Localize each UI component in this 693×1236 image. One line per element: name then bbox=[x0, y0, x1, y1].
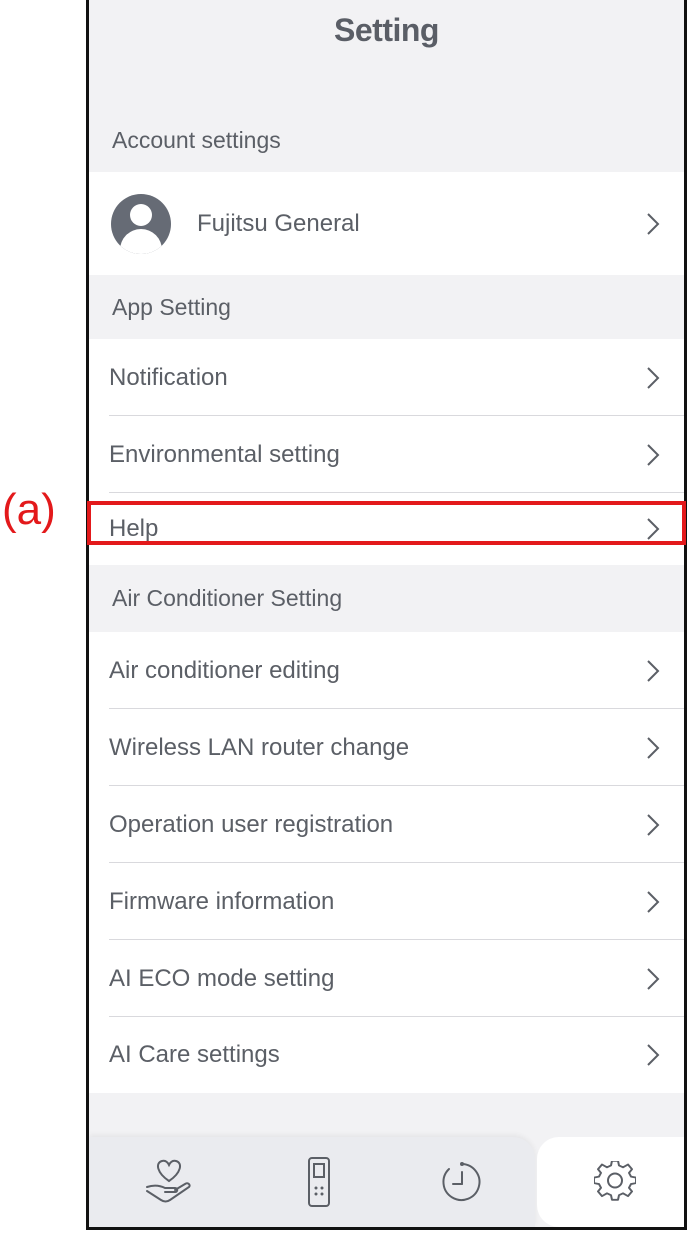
menu-item-notification[interactable]: Notification bbox=[89, 339, 684, 416]
remote-control-icon bbox=[308, 1157, 330, 1207]
page: (a) Setting Account settings Fujitsu Gen… bbox=[0, 0, 693, 1236]
chevron-right-icon bbox=[647, 366, 660, 389]
chevron-right-icon bbox=[647, 1044, 660, 1066]
menu-item-label: Environmental setting bbox=[109, 440, 340, 468]
timer-icon bbox=[442, 1162, 481, 1201]
menu-item-ai-eco-mode-setting[interactable]: AI ECO mode setting bbox=[89, 940, 684, 1017]
tab-bar bbox=[89, 1137, 684, 1227]
menu-item-label: Operation user registration bbox=[109, 810, 394, 838]
section-header-account: Account settings bbox=[112, 126, 281, 153]
menu-item-environmental-setting[interactable]: Environmental setting bbox=[89, 416, 684, 493]
menu-item-operation-user-registration[interactable]: Operation user registration bbox=[89, 786, 684, 863]
menu-item-label: AI ECO mode setting bbox=[109, 964, 335, 992]
menu-item-firmware-information[interactable]: Firmware information bbox=[89, 863, 684, 940]
tab-care[interactable] bbox=[114, 1137, 224, 1227]
gear-icon bbox=[594, 1161, 636, 1201]
account-row[interactable]: Fujitsu General bbox=[89, 172, 684, 275]
section-header-air-conditioner: Air Conditioner Setting bbox=[112, 585, 343, 611]
phone-screen: Setting Account settings Fujitsu General… bbox=[86, 0, 687, 1230]
heart-hand-icon bbox=[146, 1159, 191, 1203]
chevron-right-icon bbox=[647, 967, 660, 990]
chevron-right-icon bbox=[647, 212, 660, 235]
menu-item-label: Air conditioner editing bbox=[109, 656, 340, 684]
tab-remote[interactable] bbox=[264, 1137, 374, 1227]
menu-item-label: Firmware information bbox=[109, 887, 335, 915]
menu-item-help[interactable]: Help bbox=[89, 493, 684, 565]
account-name: Fujitsu General bbox=[197, 209, 360, 237]
menu-item-label: Wireless LAN router change bbox=[109, 733, 410, 761]
callout-label: (a) bbox=[2, 485, 56, 534]
chevron-right-icon bbox=[647, 890, 660, 913]
chevron-right-icon bbox=[647, 736, 660, 759]
menu-item-label: Notification bbox=[109, 363, 228, 391]
tab-settings[interactable] bbox=[560, 1137, 670, 1227]
page-title: Setting bbox=[334, 12, 439, 48]
menu-item-label: Help bbox=[109, 515, 159, 542]
chevron-right-icon bbox=[647, 518, 660, 540]
menu-item-wireless-lan-router-change[interactable]: Wireless LAN router change bbox=[89, 709, 684, 786]
menu-item-label: AI Care settings bbox=[109, 1041, 280, 1068]
chevron-right-icon bbox=[647, 813, 660, 836]
menu-item-air-conditioner-editing[interactable]: Air conditioner editing bbox=[89, 632, 684, 709]
tab-timer[interactable] bbox=[407, 1137, 517, 1227]
chevron-right-icon bbox=[647, 443, 660, 466]
menu-item-ai-care-settings[interactable]: AI Care settings bbox=[89, 1017, 684, 1093]
section-header-app: App Setting bbox=[112, 293, 231, 320]
chevron-right-icon bbox=[647, 659, 660, 682]
avatar-icon bbox=[111, 193, 171, 254]
